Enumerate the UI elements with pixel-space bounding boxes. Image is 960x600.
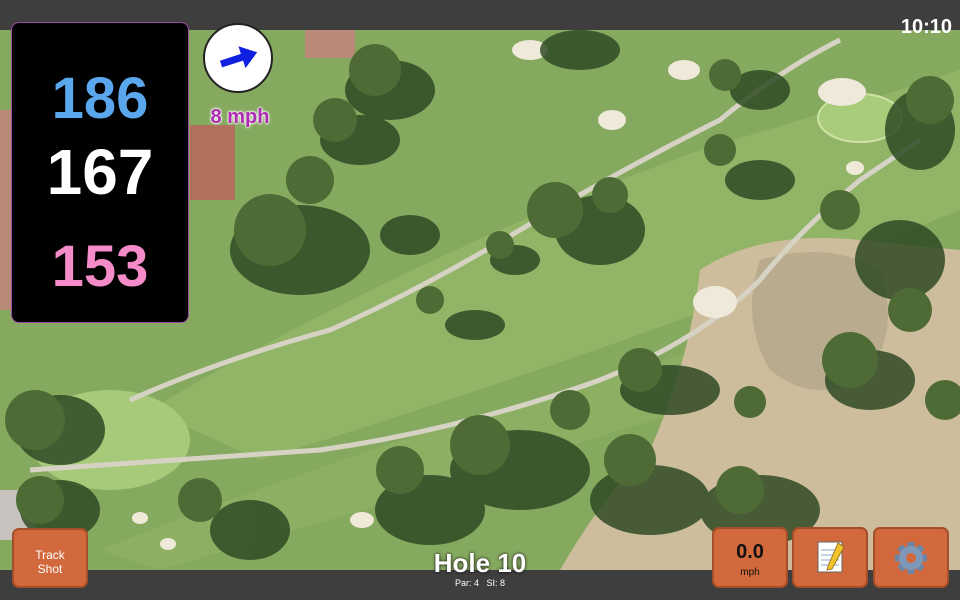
notepad-icon bbox=[817, 541, 845, 573]
speed-value: 0.0 bbox=[736, 541, 764, 563]
gear-icon bbox=[895, 542, 927, 574]
front-distance: 153 bbox=[51, 234, 149, 299]
back-distance: 186 bbox=[51, 66, 149, 131]
speed-button[interactable]: 0.0 mph bbox=[712, 527, 788, 588]
si-label: SI: 8 bbox=[486, 578, 506, 588]
track-shot-button[interactable]: Track Shot bbox=[12, 528, 88, 588]
track-shot-label: Track Shot bbox=[35, 548, 65, 576]
notes-button[interactable] bbox=[792, 527, 868, 588]
par-label: Par: 4 bbox=[454, 578, 479, 588]
clock: 10:10 bbox=[900, 16, 952, 38]
middle-distance: 167 bbox=[46, 136, 154, 208]
wind-arrow-icon bbox=[219, 46, 258, 69]
distance-panel: 186 167 153 bbox=[11, 22, 189, 323]
settings-button[interactable] bbox=[873, 527, 949, 588]
wind-indicator bbox=[203, 23, 273, 93]
wind-speed-label: 8 mph bbox=[210, 106, 270, 128]
hole-title: Hole 10 bbox=[433, 548, 527, 578]
hole-info: Par: 4 SI: 8 bbox=[380, 578, 580, 588]
speed-unit: mph bbox=[740, 567, 760, 578]
